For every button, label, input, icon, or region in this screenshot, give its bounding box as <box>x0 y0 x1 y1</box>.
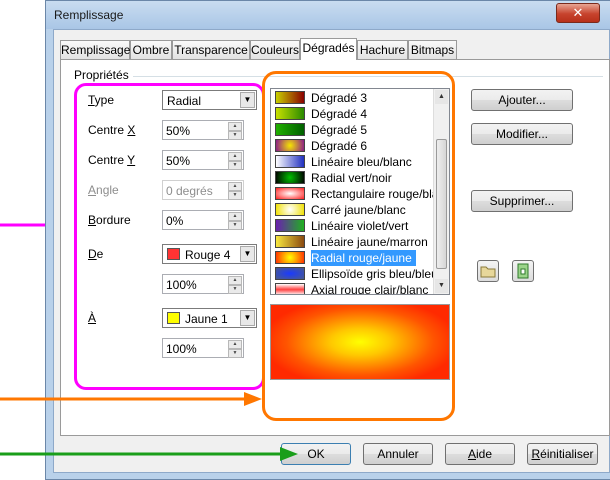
tab-bitmaps[interactable]: Bitmaps <box>408 40 457 59</box>
reset-button[interactable]: Réinitialiser <box>527 443 598 465</box>
tab-degrades[interactable]: Dégradés <box>300 38 357 60</box>
tab-hachure[interactable]: Hachure <box>357 40 408 59</box>
annotation-arrow-orange <box>0 392 262 406</box>
window-title: Remplissage <box>54 8 124 22</box>
close-button[interactable]: ✕ <box>556 3 600 23</box>
group-title: Propriétés <box>74 68 129 82</box>
load-list-button[interactable] <box>477 260 499 282</box>
close-icon: ✕ <box>572 5 584 20</box>
modify-button[interactable]: Modifier... <box>471 123 573 145</box>
tab-remplissage[interactable]: Remplissage <box>60 40 130 59</box>
tab-transparence[interactable]: Transparence <box>172 40 250 59</box>
add-button[interactable]: Ajouter... <box>471 89 573 111</box>
cancel-button[interactable]: Annuler <box>363 443 433 465</box>
highlight-gradients <box>262 71 455 421</box>
tab-ombre[interactable]: Ombre <box>130 40 172 59</box>
save-gradient-icon <box>517 263 529 279</box>
help-button[interactable]: Aide <box>445 443 515 465</box>
annotation-arrow-green <box>0 447 298 461</box>
folder-icon <box>480 266 496 278</box>
gradients-panel: Propriétés Type Radial ▼ Centre X 50% ▲ ▼… <box>60 59 610 436</box>
highlight-properties <box>74 83 265 390</box>
title-bar: Remplissage ✕ <box>46 1 610 29</box>
delete-button[interactable]: Supprimer... <box>471 190 573 212</box>
save-list-button[interactable] <box>512 260 534 282</box>
tab-couleurs[interactable]: Couleurs <box>250 40 300 59</box>
fill-dialog: Remplissage ✕ Remplissage Ombre Transpar… <box>45 0 610 480</box>
